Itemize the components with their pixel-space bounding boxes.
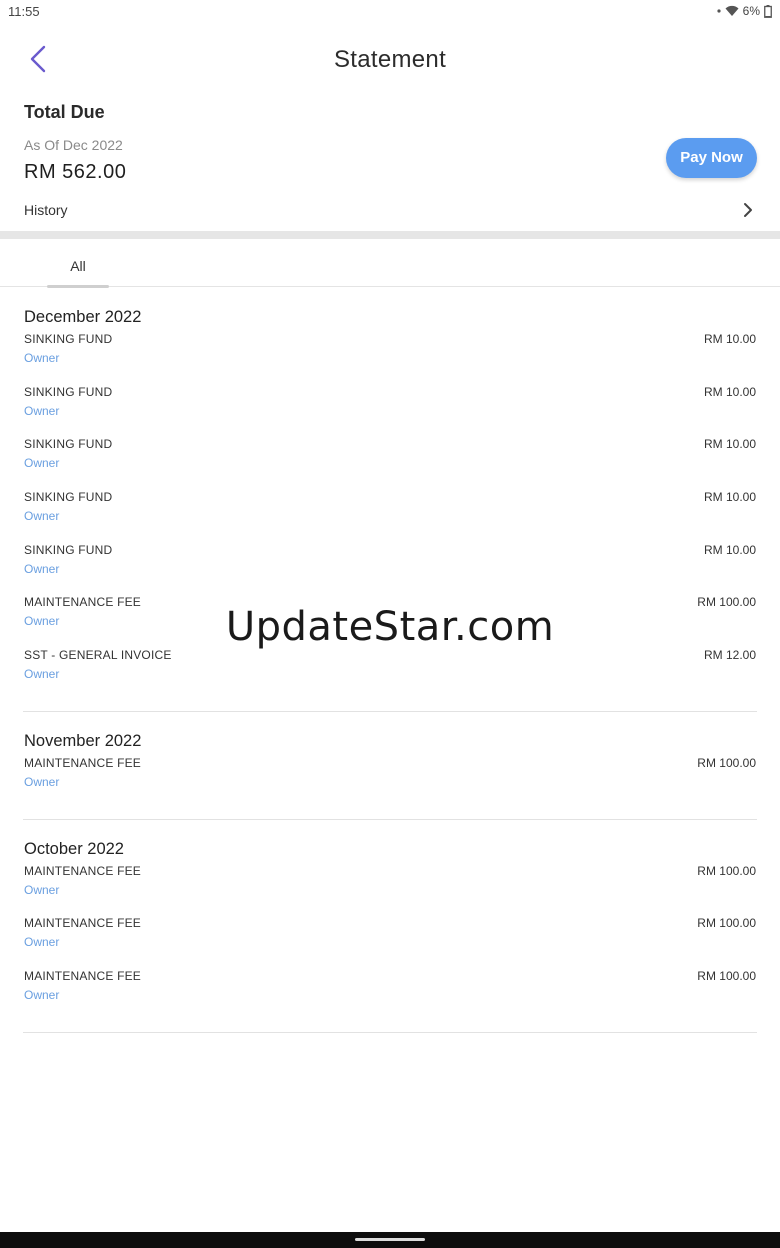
statement-section: November 2022 MAINTENANCE FEE Owner RM 100.… [23,712,757,820]
tab-all[interactable]: All [47,240,109,288]
tab-bar: All [0,240,780,288]
status-time: 11:55 [8,4,40,19]
tab-label: All [70,258,86,274]
statement-list: December 2022 SINKING FUND Owner RM 10.00 SI… [0,288,780,1033]
item-role: Owner [24,456,60,471]
battery-icon [764,4,772,18]
item-amount: RM 100.00 [697,863,756,878]
app-bar: Statement [0,36,780,86]
list-item[interactable]: SINKING FUND Owner RM 10.00 [24,490,756,543]
item-role: Owner [24,987,60,1002]
item-amount: RM 100.00 [697,916,756,931]
item-amount: RM 100.00 [697,755,756,770]
item-name: MAINTENANCE FEE [24,863,142,878]
item-amount: RM 12.00 [703,648,756,663]
page-title: Statement [333,46,447,73]
list-item[interactable]: SINKING FUND Owner RM 10.00 [24,543,756,596]
item-role: Owner [24,351,60,365]
item-name: SINKING FUND [24,332,113,346]
chevron-right-icon [742,202,754,223]
item-name: SINKING FUND [24,437,113,452]
item-amount: RM 100.00 [697,968,756,983]
navigation-bar [0,1232,780,1248]
statement-section: October 2022 MAINTENANCE FEE Owner RM 100.0… [23,820,757,1033]
item-role: Owner [24,509,60,524]
home-handle[interactable] [355,1238,425,1241]
pay-now-button[interactable]: Pay Now [666,138,757,178]
item-amount: RM 10.00 [703,437,756,452]
item-name: SINKING FUND [24,384,113,399]
item-role: Owner [24,882,60,897]
item-role: Owner [24,403,60,418]
item-role: Owner [24,935,60,950]
item-amount: RM 10.00 [703,490,756,505]
item-name: SINKING FUND [24,490,113,505]
status-bar: 11:55 6% [0,0,780,24]
battery-level: 6% [742,4,760,18]
history-row[interactable]: History [0,196,780,226]
section-divider [0,231,780,239]
history-label: History [24,202,68,218]
list-item[interactable]: SINKING FUND Owner RM 10.00 [24,385,756,438]
item-name: MAINTENANCE FEE [24,916,142,931]
item-name: MAINTENANCE FEE [24,755,142,770]
item-name: SST - GENERAL INVOICE [24,648,172,663]
signal-dot-icon [717,8,721,14]
item-role: Owner [24,561,60,576]
list-item[interactable]: SINKING FUND Owner RM 10.00 [24,437,756,490]
wifi-icon [725,5,739,17]
status-icons: 6% [717,4,772,18]
total-due-title: Total Due [24,102,105,122]
list-item[interactable]: MAINTENANCE FEE Owner RM 100.00 [24,864,756,917]
item-amount: RM 10.00 [703,384,756,399]
section-title: October 2022 [24,839,124,858]
item-amount: RM 10.00 [703,332,756,346]
watermark: UpdateStar.com [225,604,555,650]
section-title: December 2022 [24,308,142,326]
item-name: SINKING FUND [24,542,113,557]
total-due-amount: RM 562.00 [24,161,127,183]
item-amount: RM 10.00 [703,542,756,557]
list-item[interactable]: MAINTENANCE FEE Owner RM 100.00 [24,916,756,969]
item-role: Owner [24,774,60,789]
list-item[interactable]: MAINTENANCE FEE Owner RM 100.00 [24,756,756,809]
list-item[interactable]: SINKING FUND Owner RM 10.00 [24,332,756,385]
item-role: Owner [24,667,60,682]
item-name: MAINTENANCE FEE [24,968,142,983]
section-title: November 2022 [24,731,142,750]
list-item[interactable]: MAINTENANCE FEE Owner RM 100.00 [24,969,756,1022]
as-of-date: As Of Dec 2022 [24,137,123,153]
list-item[interactable]: SST - GENERAL INVOICE Owner RM 12.00 [24,648,756,701]
